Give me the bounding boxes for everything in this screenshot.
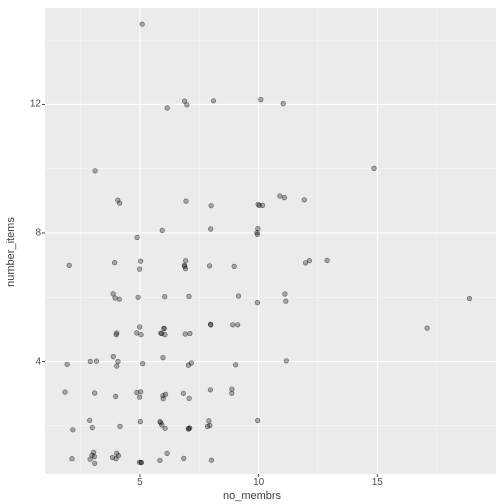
x-axis-label: no_membrs — [223, 490, 281, 502]
y-axis-label: number_items — [5, 217, 17, 287]
y-tick-label: 8 — [35, 227, 45, 238]
plot-panel: 481251015 — [45, 8, 496, 474]
x-tick-label: 5 — [137, 474, 143, 488]
x-tick-label: 15 — [372, 474, 383, 488]
plot-svg — [45, 8, 496, 474]
y-tick-label: 4 — [35, 356, 45, 367]
scatter-plot: number_items no_membrs 481251015 — [0, 0, 504, 504]
x-tick-label: 10 — [253, 474, 264, 488]
y-tick-label: 12 — [30, 99, 45, 110]
